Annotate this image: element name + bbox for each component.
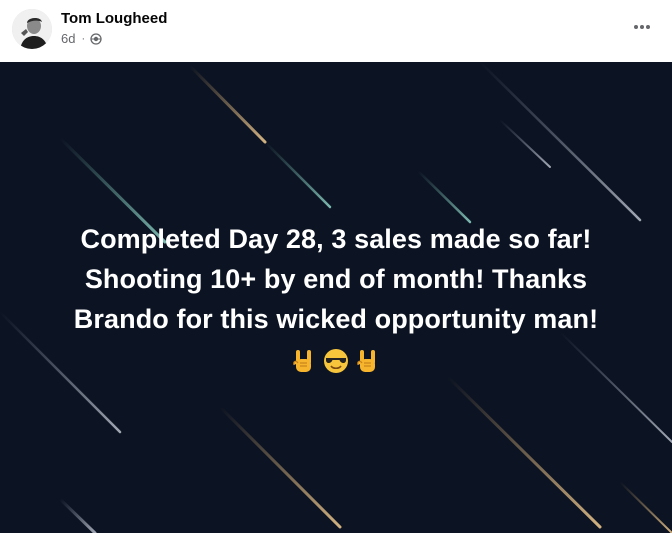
post-text: Completed Day 28, 3 sales made so far! S…: [0, 219, 672, 339]
avatar[interactable]: [12, 9, 52, 49]
post-text-line: Shooting 10+ by end of month! Thanks: [84, 264, 588, 294]
profile-photo: [12, 9, 52, 49]
emoji-row: [0, 347, 672, 375]
author-name[interactable]: Tom Lougheed: [61, 10, 167, 27]
post-timestamp[interactable]: 6d: [61, 31, 75, 46]
post-background-image[interactable]: Completed Day 28, 3 sales made so far! S…: [0, 62, 672, 533]
rock-on-hand-icon: [290, 347, 318, 375]
sunglasses-face-icon: [322, 347, 350, 375]
more-options-button[interactable]: [628, 13, 656, 41]
post-text-line: Completed Day 28, 3 sales made so far!: [80, 224, 592, 254]
more-options-icon: [634, 25, 650, 29]
post-text-line: Brando for this wicked opportunity man!: [73, 304, 599, 334]
post-meta: 6d ·: [61, 31, 102, 46]
globe-icon[interactable]: [90, 32, 102, 45]
post-header: Tom Lougheed 6d ·: [0, 0, 672, 62]
rock-on-hand-icon: [354, 347, 382, 375]
meta-separator: ·: [81, 32, 86, 45]
